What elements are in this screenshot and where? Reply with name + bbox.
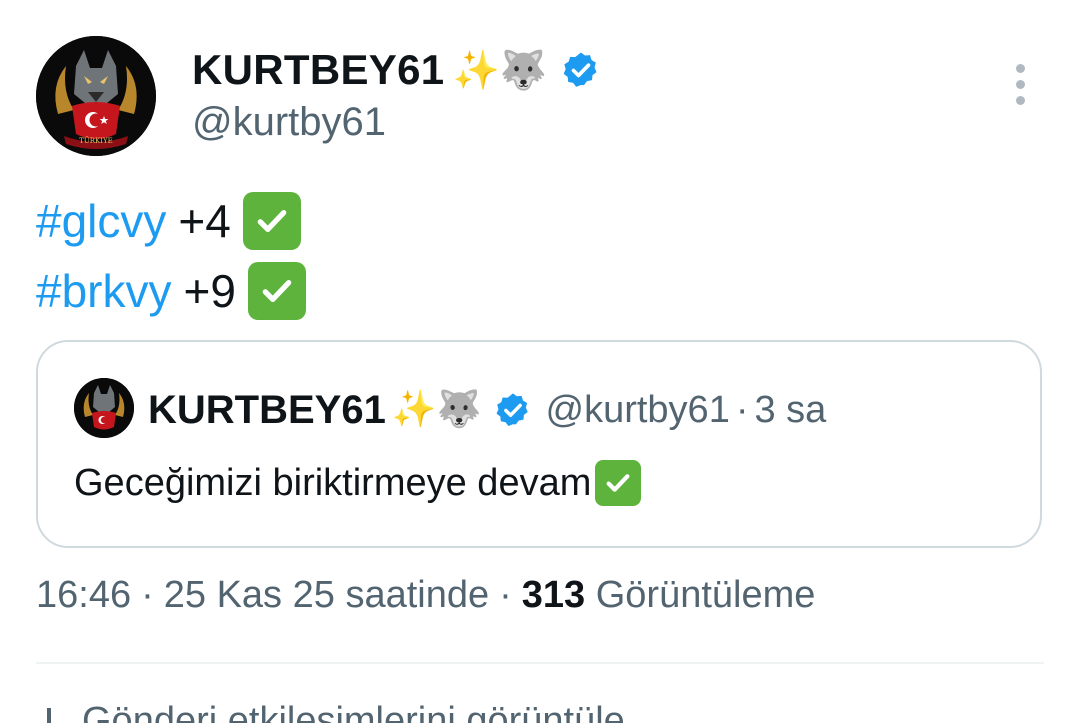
post-engagements-label: Gönderi etkileşimlerini görüntüle (82, 700, 625, 723)
verified-badge-icon[interactable] (561, 50, 601, 90)
analytics-icon (47, 708, 51, 723)
count-text: +4 (178, 195, 231, 247)
tweet-date[interactable]: 25 Kas 25 saatinde (164, 574, 489, 617)
post-engagements-link[interactable]: Gönderi etkileşimlerini görüntüle (36, 700, 625, 723)
separator-dot: · (499, 574, 512, 616)
check-mark-button-icon (595, 460, 642, 506)
check-mark-button-icon (242, 192, 301, 250)
author-avatar[interactable]: TÜRKIYE (36, 36, 156, 156)
tweet-time[interactable]: 16:46 (36, 574, 131, 617)
author-display-name[interactable]: KURTBEY61 (192, 46, 444, 94)
hashtag-link[interactable]: #glcvy (36, 186, 166, 256)
more-vertical-icon (1015, 63, 1025, 73)
separator-dot: · (141, 574, 154, 616)
svg-text:TÜRKIYE: TÜRKIYE (79, 136, 113, 145)
quoted-tweet-card[interactable]: KURTBEY61 ✨🐺 @kurtby61 · 3 sa Geceğimizi… (36, 340, 1042, 548)
check-mark-button-icon (247, 262, 306, 320)
quoted-time: 3 sa (754, 388, 827, 431)
author-handle[interactable]: @kurtby61 (192, 100, 386, 145)
tweet-text: #glcvy +4 #brkvy +9 (36, 186, 306, 326)
count-text: +9 (183, 265, 236, 317)
hashtag-link[interactable]: #brkvy (36, 256, 171, 326)
views-count: 313 (521, 574, 586, 616)
tweet-line: #glcvy +4 (36, 186, 306, 256)
views-label: Görüntüleme (595, 574, 816, 616)
sparkles-wolf-emoji: ✨🐺 (391, 389, 482, 430)
more-options-button[interactable] (1002, 60, 1038, 108)
verified-badge-icon (496, 393, 528, 426)
tweet-line: #brkvy +9 (36, 256, 306, 326)
sparkles-wolf-emoji: ✨🐺 (452, 48, 548, 92)
quoted-author-avatar (74, 378, 134, 438)
quoted-handle: @kurtby61 (545, 388, 730, 431)
divider (36, 662, 1044, 664)
quoted-display-name: KURTBEY61 (148, 387, 386, 432)
quoted-text-body: Geceğimizi biriktirmeye devam (74, 461, 592, 504)
quoted-header: KURTBEY61 ✨🐺 @kurtby61 · 3 sa (148, 380, 826, 440)
tweet-detail: TÜRKIYE KURTBEY61 ✨🐺 @kurtby61 #glcvy +4… (0, 0, 1080, 723)
separator-dot: · (735, 388, 749, 431)
wolf-emblem-icon: TÜRKIYE (36, 36, 156, 156)
quoted-text: Geceğimizi biriktirmeye devam (74, 460, 642, 506)
author-name-row[interactable]: KURTBEY61 ✨🐺 (192, 40, 601, 100)
tweet-meta: 16:46 · 25 Kas 25 saatinde · 313 Görüntü… (36, 574, 815, 617)
wolf-emblem-icon (74, 378, 134, 438)
